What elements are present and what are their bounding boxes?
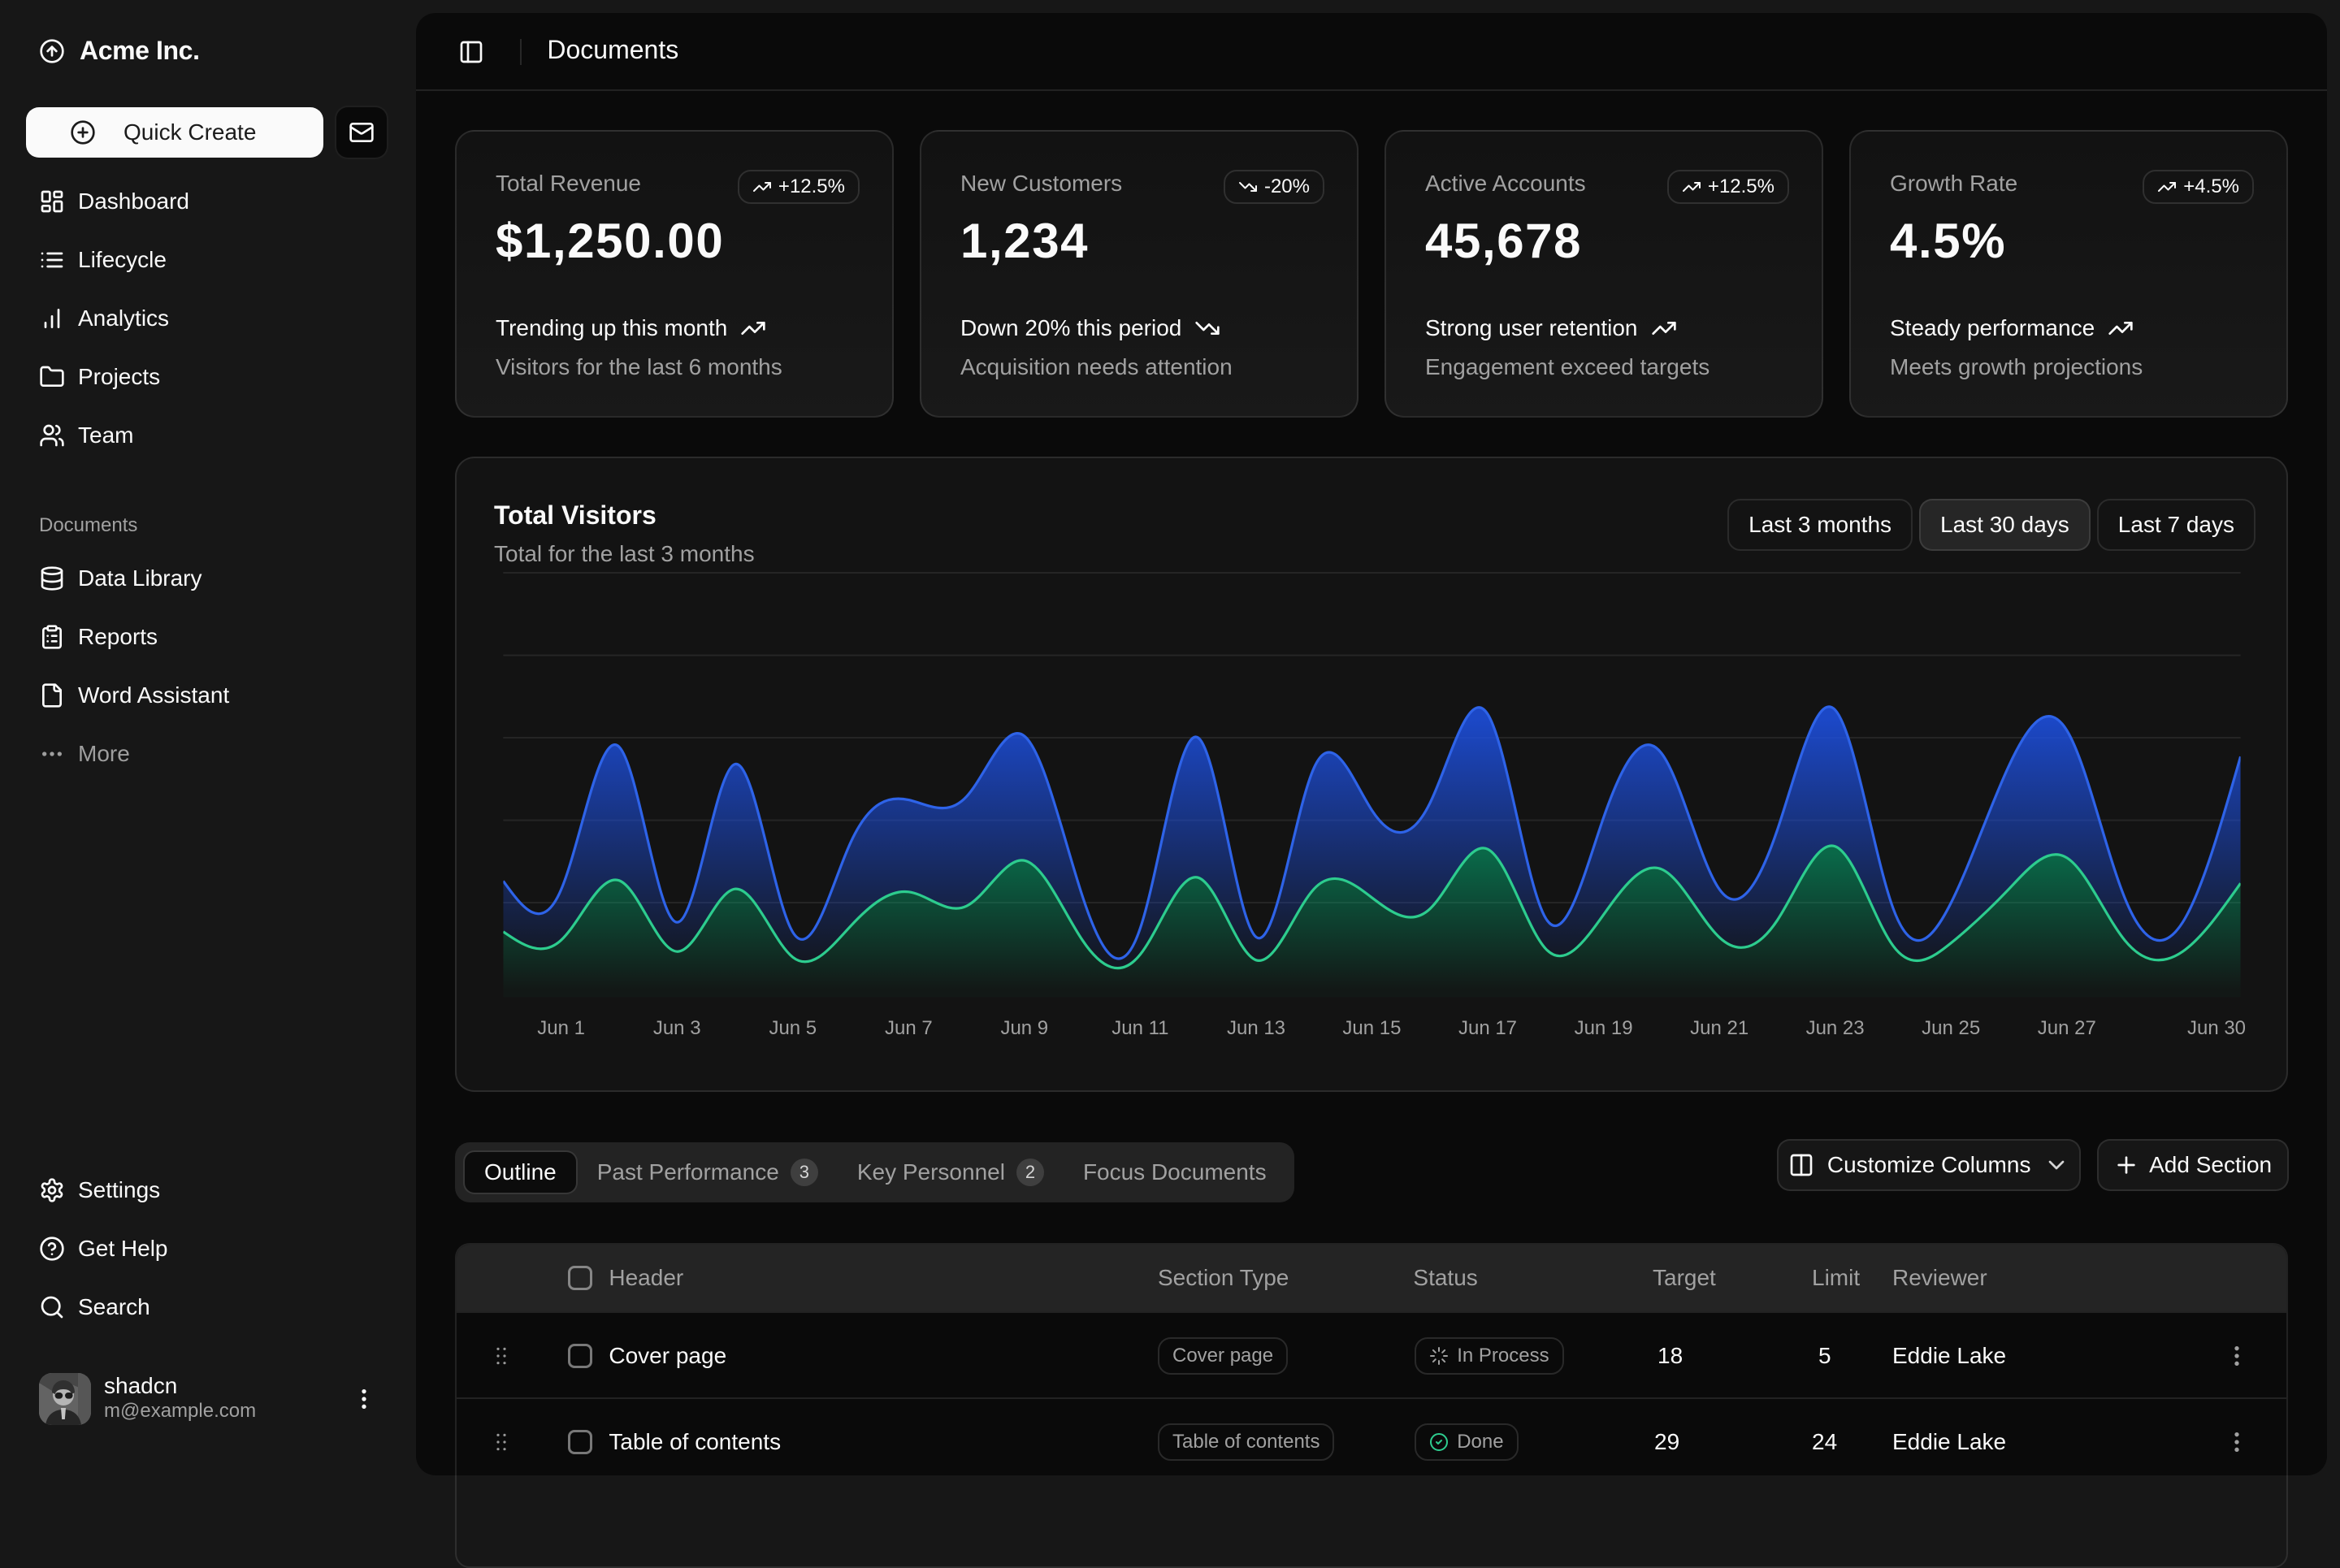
svg-text:Jun 9: Jun 9 — [1000, 1017, 1048, 1039]
svg-text:Jun 7: Jun 7 — [885, 1017, 933, 1039]
svg-text:Jun 11: Jun 11 — [1112, 1017, 1168, 1039]
svg-text:Jun 23: Jun 23 — [1806, 1017, 1865, 1039]
svg-text:Jun 25: Jun 25 — [1922, 1017, 1980, 1039]
svg-text:Jun 21: Jun 21 — [1690, 1017, 1748, 1039]
svg-text:Jun 30: Jun 30 — [2187, 1017, 2246, 1039]
svg-text:Jun 17: Jun 17 — [1458, 1017, 1517, 1039]
svg-text:Jun 1: Jun 1 — [537, 1017, 585, 1039]
svg-text:Jun 5: Jun 5 — [769, 1017, 817, 1039]
svg-text:Jun 19: Jun 19 — [1575, 1017, 1633, 1039]
svg-text:Jun 27: Jun 27 — [2038, 1017, 2096, 1039]
svg-text:Jun 13: Jun 13 — [1227, 1017, 1285, 1039]
svg-text:Jun 15: Jun 15 — [1342, 1017, 1401, 1039]
svg-text:Jun 3: Jun 3 — [653, 1017, 701, 1039]
